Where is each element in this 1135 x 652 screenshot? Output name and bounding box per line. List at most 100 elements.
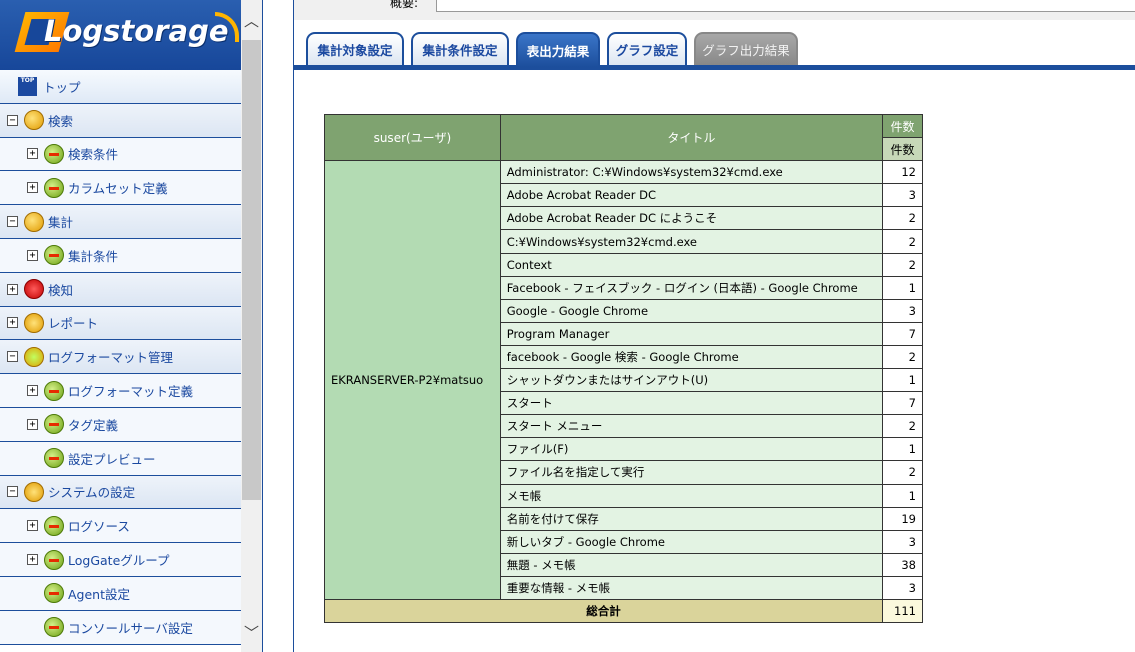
sidebar-item[interactable]: TOP トップ xyxy=(0,70,241,104)
sidebar-item[interactable]: 設定プレビュー xyxy=(0,441,241,476)
sidebar-item[interactable]: + ログフォーマット定義 xyxy=(0,374,241,408)
count-cell: 2 xyxy=(882,344,923,370)
title-cell: C:¥Windows¥system32¥cmd.exe xyxy=(499,229,884,254)
summary-label: 概要: xyxy=(390,0,419,10)
sidebar-item[interactable]: + LogGateグループ xyxy=(0,543,241,577)
sidebar-item[interactable]: コンソールサーバ設定 xyxy=(0,610,241,645)
count-cell: 2 xyxy=(882,460,923,485)
sidebar-item-label: 検索 xyxy=(48,113,74,129)
expand-icon[interactable]: + xyxy=(27,148,38,160)
sidebar-item[interactable]: − 集計 xyxy=(0,205,241,239)
tab[interactable]: 表出力結果 xyxy=(516,32,600,67)
sidebar-item[interactable]: + 検知 xyxy=(0,272,241,307)
expand-icon[interactable]: + xyxy=(27,554,38,566)
collapse-icon[interactable]: − xyxy=(7,114,18,126)
title-cell: ファイル名を指定して実行 xyxy=(499,460,884,485)
tab[interactable]: グラフ設定 xyxy=(607,32,687,65)
sidebar: Logstorage TOP トップ − 検索 + 検索条件 + カラムセット定義 − 集計 + 集計… xyxy=(0,0,263,652)
header-title: タイトル xyxy=(499,113,884,162)
header-count: 件数 xyxy=(882,113,923,139)
logo[interactable]: Logstorage xyxy=(0,0,241,70)
sidebar-item-label: ログソース xyxy=(68,519,130,535)
top-icon: TOP xyxy=(18,76,37,96)
header-user: suser(ユーザ) xyxy=(324,113,501,162)
sidebar-item[interactable]: + カラムセット定義 xyxy=(0,171,241,206)
scroll-thumb[interactable] xyxy=(242,40,261,500)
expand-icon[interactable]: + xyxy=(27,182,38,194)
total-label: 総合計 xyxy=(324,598,883,624)
title-cell: Program Manager xyxy=(499,321,884,346)
expand-icon[interactable]: + xyxy=(27,385,38,397)
sidebar-item-label: タグ定義 xyxy=(68,417,119,433)
sidebar-item[interactable]: + タグ定義 xyxy=(0,407,241,442)
summary-input[interactable] xyxy=(436,0,1135,12)
arrow-icon xyxy=(44,380,64,401)
expand-icon[interactable]: + xyxy=(27,418,38,430)
scroll-down-icon[interactable]: ﹀ xyxy=(241,612,262,652)
user-cell: EKRANSERVER-P2¥matsuo xyxy=(324,160,501,600)
total-value: 111 xyxy=(882,598,923,624)
expand-icon[interactable]: + xyxy=(27,520,38,532)
arrow-icon xyxy=(44,617,64,638)
title-cell: 新しいタブ - Google Chrome xyxy=(499,529,884,554)
sidebar-item[interactable]: + ログソース xyxy=(0,509,241,544)
count-cell: 3 xyxy=(882,575,923,600)
sidebar-item-label: トップ xyxy=(43,79,81,95)
arrow-icon xyxy=(44,549,64,570)
arrow-icon xyxy=(44,245,64,266)
title-cell: スタート メニュー xyxy=(499,414,884,439)
sidebar-item-label: Agent設定 xyxy=(68,586,130,602)
count-cell: 2 xyxy=(882,229,923,254)
collapse-icon[interactable]: − xyxy=(7,486,18,498)
title-cell: Facebook - フェイスブック - ログイン (日本語) - Google… xyxy=(499,275,884,300)
sidebar-item[interactable]: − 検索 xyxy=(0,103,241,138)
expand-icon[interactable]: + xyxy=(7,317,18,329)
sidebar-item-label: LogGateグループ xyxy=(68,553,170,569)
arrow-icon xyxy=(44,515,64,536)
sidebar-scrollbar[interactable]: ︿ ﹀ xyxy=(241,0,262,652)
count-cell: 2 xyxy=(882,252,923,277)
count-cell: 1 xyxy=(882,483,923,508)
sidebar-item[interactable]: + 集計条件 xyxy=(0,238,241,273)
count-cell: 19 xyxy=(882,506,923,531)
count-cell: 1 xyxy=(882,275,923,300)
sidebar-item-label: ログフォーマット定義 xyxy=(68,384,194,400)
scroll-up-icon[interactable]: ︿ xyxy=(241,0,262,40)
title-cell: Context xyxy=(499,252,884,277)
count-cell: 7 xyxy=(882,391,923,416)
logo-arc-icon xyxy=(215,12,239,42)
title-cell: スタート xyxy=(499,391,884,416)
table-row: EKRANSERVER-P2¥matsuo Administrator: C:¥W… xyxy=(324,160,923,600)
tab[interactable]: 集計対象設定 xyxy=(306,32,404,65)
title-cell: ファイル(F) xyxy=(499,437,884,462)
arrow-icon xyxy=(44,177,64,198)
title-cell: facebook - Google 検索 - Google Chrome xyxy=(499,344,884,370)
header-count-sub: 件数 xyxy=(882,137,923,162)
title-cell: 名前を付けて保存 xyxy=(499,506,884,531)
title-cell: Adobe Acrobat Reader DC にようこそ xyxy=(499,206,884,231)
sidebar-item-label: レポート xyxy=(48,316,99,332)
collapse-icon[interactable]: − xyxy=(7,216,18,228)
arrow-icon xyxy=(44,448,64,469)
result-table: suser(ユーザ) タイトル 件数 件数 EKRANSERVER-P2¥mat… xyxy=(324,113,923,624)
sidebar-item[interactable]: + 検索条件 xyxy=(0,137,241,172)
count-cell: 1 xyxy=(882,437,923,462)
expand-icon[interactable]: + xyxy=(27,249,38,261)
sidebar-item[interactable]: + レポート xyxy=(0,306,241,341)
sidebar-item[interactable]: Agent設定 xyxy=(0,576,241,611)
total-row: 総合計 111 xyxy=(324,598,923,624)
sidebar-item-label: システムの設定 xyxy=(48,485,136,501)
sidebar-item-label: 設定プレビュー xyxy=(68,451,156,467)
system-icon xyxy=(24,481,44,502)
result-body: EKRANSERVER-P2¥matsuo Administrator: C:¥W… xyxy=(324,160,923,624)
title-cell: 重要な情報 - メモ帳 xyxy=(499,575,884,600)
main-panel: 概要: 集計対象設定 集計条件設定 表出力結果 グラフ設定 グラフ出力結果 suser(… xyxy=(293,0,1135,652)
sidebar-item[interactable]: − システムの設定 xyxy=(0,475,241,510)
sidebar-item[interactable]: − ログフォーマット管理 xyxy=(0,340,241,375)
arrow-icon xyxy=(44,583,64,604)
tab[interactable]: 集計条件設定 xyxy=(411,32,509,65)
sidebar-menu: TOP トップ − 検索 + 検索条件 + カラムセット定義 − 集計 + 集計条件 + 検知 + レポート −… xyxy=(0,70,241,645)
collapse-icon[interactable]: − xyxy=(7,351,18,363)
expand-icon[interactable]: + xyxy=(7,283,18,295)
count-cell: 3 xyxy=(882,298,923,323)
